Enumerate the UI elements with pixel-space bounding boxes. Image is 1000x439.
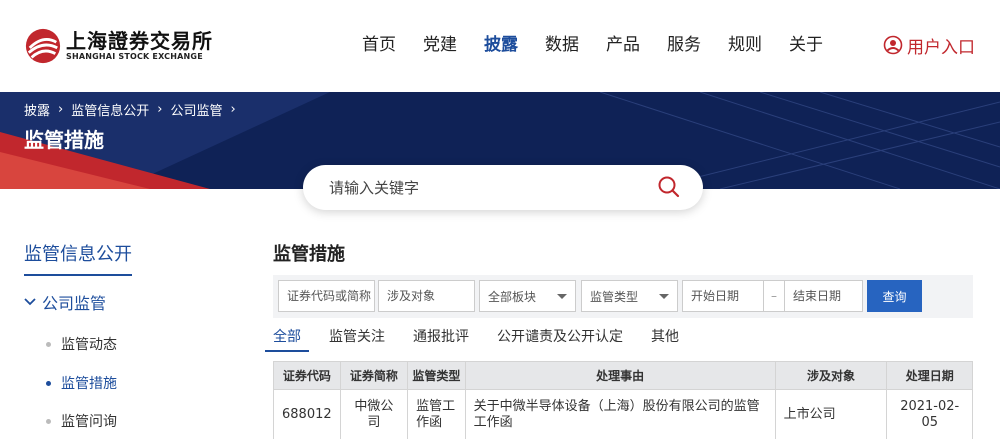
nav-party[interactable]: 党建 <box>423 28 457 62</box>
sse-logo[interactable]: 上海證券交易所 SHANGHAI STOCK EXCHANGE <box>24 24 214 68</box>
nav-services[interactable]: 服务 <box>667 28 701 62</box>
user-icon <box>883 35 903 55</box>
section-title: 监管措施 <box>273 244 345 265</box>
sidebar-item-dynamics[interactable]: 监管动态 <box>46 334 117 354</box>
col-reason: 处理事由 <box>464 361 776 390</box>
sidebar-group-label: 公司监管 <box>42 294 107 313</box>
breadcrumb-separator-icon: › <box>157 102 163 117</box>
date-range-separator: – <box>764 280 784 312</box>
table-header-row: 证券代码 证券简称 监管类型 处理事由 涉及对象 处理日期 <box>273 361 973 390</box>
measures-table: 证券代码 证券简称 监管类型 处理事由 涉及对象 处理日期 688012 中微公… <box>273 361 973 439</box>
sidebar-item-label: 监管问询 <box>61 414 117 430</box>
cell-target: 上市公司 <box>774 389 888 439</box>
search-icon[interactable] <box>656 174 682 200</box>
sidebar-item-inquiry[interactable]: 监管问询 <box>46 411 117 431</box>
col-security-name: 证券简称 <box>339 361 409 390</box>
cell-security-code: 688012 <box>273 389 341 439</box>
col-target: 涉及对象 <box>774 361 888 390</box>
breadcrumb-company-supervision[interactable]: 公司监管 <box>170 100 222 119</box>
target-input[interactable] <box>378 280 475 312</box>
user-entry-label: 用户入口 <box>907 37 975 58</box>
end-date-input[interactable] <box>784 280 863 312</box>
bullet-icon <box>46 380 51 386</box>
category-tabs: 全部 监管关注 通报批评 公开谴责及公开认定 其他 <box>265 326 973 352</box>
sidebar-group-company-supervision[interactable]: 公司监管 <box>24 290 106 314</box>
breadcrumb-disclosure[interactable]: 披露 <box>24 100 50 119</box>
bullet-icon <box>46 341 51 347</box>
col-date: 处理日期 <box>886 361 973 390</box>
site-header: 上海證券交易所 SHANGHAI STOCK EXCHANGE 首页 党建 披露… <box>0 0 1000 92</box>
nav-data[interactable]: 数据 <box>545 28 579 62</box>
breadcrumb-separator-icon: › <box>230 102 236 117</box>
cell-date: 2021-02-05 <box>886 389 973 439</box>
cell-supervision-type: 监管工作函 <box>407 389 466 439</box>
board-select[interactable]: 全部板块 <box>479 280 576 312</box>
cell-security-name[interactable]: 中微公司 <box>339 389 409 439</box>
sidebar-item-measures[interactable]: 监管措施 <box>46 373 117 393</box>
tab-all[interactable]: 全部 <box>265 326 309 352</box>
caret-down-icon <box>659 294 669 299</box>
sidebar-item-label: 监管动态 <box>61 337 117 353</box>
bullet-icon <box>46 418 51 424</box>
tab-other[interactable]: 其他 <box>651 326 679 352</box>
security-code-input[interactable] <box>278 280 375 312</box>
sse-logo-icon <box>25 28 61 64</box>
col-security-code: 证券代码 <box>273 361 341 390</box>
chevron-down-icon <box>24 298 36 306</box>
tab-circulated-criticism[interactable]: 通报批评 <box>413 326 469 352</box>
breadcrumb: 披露 › 监管信息公开 › 公司监管 › <box>24 100 244 119</box>
search-input[interactable] <box>329 178 649 197</box>
col-supervision-type: 监管类型 <box>407 361 466 390</box>
sidebar-title: 监管信息公开 <box>24 240 132 276</box>
sidebar-item-label: 监管措施 <box>61 376 117 392</box>
nav-disclosure[interactable]: 披露 <box>484 28 518 62</box>
logo-chinese-name: 上海證券交易所 <box>66 29 213 53</box>
caret-down-icon <box>557 294 567 299</box>
main-nav: 首页 党建 披露 数据 产品 服务 规则 关于 <box>362 28 850 62</box>
nav-about[interactable]: 关于 <box>789 28 823 62</box>
nav-rules[interactable]: 规则 <box>728 28 762 62</box>
breadcrumb-regulatory-info[interactable]: 监管信息公开 <box>71 100 149 119</box>
query-button[interactable]: 查询 <box>867 280 922 312</box>
logo-english-name: SHANGHAI STOCK EXCHANGE <box>66 52 203 61</box>
supervision-type-select[interactable]: 监管类型 <box>581 280 678 312</box>
start-date-input[interactable] <box>682 280 764 312</box>
tab-public-censure[interactable]: 公开谴责及公开认定 <box>497 326 623 352</box>
search-box <box>303 165 703 210</box>
table-row: 688012 中微公司 监管工作函 关于中微半导体设备（上海）股份有限公司的监管… <box>273 389 973 439</box>
breadcrumb-separator-icon: › <box>58 102 64 117</box>
user-entry-link[interactable]: 用户入口 <box>883 28 975 62</box>
nav-products[interactable]: 产品 <box>606 28 640 62</box>
tab-regulatory-attention[interactable]: 监管关注 <box>329 326 385 352</box>
cell-reason-link[interactable]: 关于中微半导体设备（上海）股份有限公司的监管工作函 <box>464 389 776 439</box>
page-title: 监管措施 <box>24 128 104 152</box>
nav-home[interactable]: 首页 <box>362 28 396 62</box>
filter-bar: 全部板块 监管类型 – 查询 <box>273 275 973 318</box>
